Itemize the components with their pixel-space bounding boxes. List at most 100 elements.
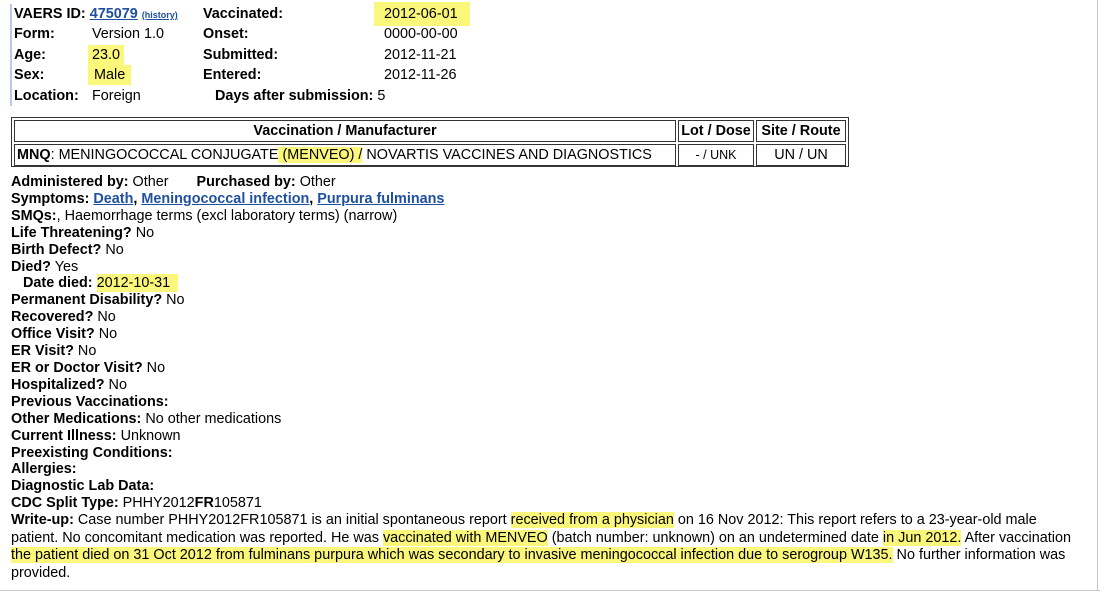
current-illness-value: Unknown: [120, 427, 181, 444]
diagnostic-lab-data-label: Diagnostic Lab Data:: [11, 478, 155, 495]
cdc-split-type-row: CDC Split Type: PHHY2012FR105871: [11, 495, 1096, 512]
writeup-highlight-physician: received from a physician: [510, 512, 674, 529]
life-threatening-row: Life Threatening? No: [11, 225, 1096, 242]
office-visit-label: Office Visit?: [11, 326, 95, 343]
er-visit-label: ER Visit?: [11, 343, 74, 360]
life-threatening-label: Life Threatening?: [11, 224, 132, 241]
table-header-row: Vaccination / Manufacturer Lot / Dose Si…: [14, 120, 846, 142]
died-label: Died?: [11, 258, 51, 275]
writeup-text-4: After vaccination: [964, 529, 1071, 546]
table-row: MNQ: MENINGOCOCCAL CONJUGATE (MENVEO) / …: [14, 144, 846, 166]
writeup-label: Write-up:: [11, 512, 74, 529]
preexisting-conditions-row: Preexisting Conditions:: [11, 445, 1096, 462]
recovered-row: Recovered? No: [11, 309, 1096, 326]
er-visit-value: No: [77, 343, 97, 360]
writeup-highlight-death: the patient died on 31 Oct 2012 from ful…: [11, 547, 893, 564]
submitted-value: 2012-11-21: [384, 47, 457, 63]
location-value: Foreign: [92, 88, 141, 104]
days-label: Days after submission:: [215, 88, 374, 104]
sex-label: Sex:: [14, 67, 45, 83]
birth-defect-value: No: [105, 241, 124, 258]
other-medications-value: No other medications: [145, 410, 282, 427]
vaccine-desc-highlight: (MENVEO) /: [278, 147, 363, 163]
office-visit-value: No: [98, 326, 118, 343]
header-left-border: [10, 4, 12, 106]
history-link[interactable]: (history): [142, 10, 178, 20]
vaccinated-value: 2012-06-01: [374, 2, 470, 26]
administered-row: Administered by: Other Purchased by: Oth…: [11, 174, 1096, 191]
date-died-label: Date died:: [23, 275, 93, 292]
smqs-label: SMQs:: [11, 207, 57, 224]
days-value: 5: [377, 88, 386, 104]
er-doctor-visit-row: ER or Doctor Visit? No: [11, 360, 1096, 377]
report-header: VAERS ID: 475079 (history) Form: Version…: [0, 0, 1100, 110]
report-details: Administered by: Other Purchased by: Oth…: [11, 174, 1096, 583]
entered-label: Entered:: [203, 67, 262, 83]
current-illness-row: Current Illness: Unknown: [11, 428, 1096, 445]
permanent-disability-value: No: [166, 292, 185, 309]
hospitalized-label: Hospitalized?: [11, 376, 105, 393]
vaccine-cell: MNQ: MENINGOCOCCAL CONJUGATE (MENVEO) / …: [14, 144, 676, 166]
allergies-row: Allergies:: [11, 461, 1096, 478]
date-died-row: Date died: 2012-10-31: [11, 274, 1096, 293]
hospitalized-row: Hospitalized? No: [11, 377, 1096, 394]
right-border: [1097, 0, 1098, 590]
vaers-id-link[interactable]: 475079: [90, 6, 138, 22]
date-died-value: 2012-10-31: [96, 274, 179, 293]
days-after-row: Days after submission: 5: [215, 86, 385, 106]
symptom-link-death[interactable]: Death: [93, 191, 133, 207]
er-visit-row: ER Visit? No: [11, 343, 1096, 360]
vaccination-table: Vaccination / Manufacturer Lot / Dose Si…: [11, 117, 849, 167]
administered-value: Other: [132, 174, 169, 190]
recovered-label: Recovered?: [11, 309, 94, 326]
purchased-value: Other: [299, 174, 336, 190]
entered-value: 2012-11-26: [384, 67, 457, 83]
header-vaccination-manufacturer: Vaccination / Manufacturer: [14, 120, 676, 142]
vaccine-code: MNQ: [17, 147, 51, 163]
administered-label: Administered by:: [11, 174, 129, 190]
writeup-text-1: Case number PHHY2012FR105871 is an initi…: [77, 512, 507, 529]
age-value: 23.0: [88, 45, 125, 65]
writeup-highlight-jun-2012: in Jun 2012.: [882, 529, 962, 546]
preexisting-conditions-label: Preexisting Conditions:: [11, 444, 173, 461]
er-doctor-visit-value: No: [146, 359, 166, 376]
hospitalized-value: No: [108, 376, 127, 393]
smqs-row: SMQs:, Haemorrhage terms (excl laborator…: [11, 208, 1096, 225]
birth-defect-label: Birth Defect?: [11, 241, 102, 258]
permanent-disability-row: Permanent Disability? No: [11, 292, 1096, 309]
er-doctor-visit-label: ER or Doctor Visit?: [11, 359, 143, 376]
died-value: Yes: [54, 258, 79, 275]
symptoms-row: Symptoms: Death, Meningococcal infection…: [11, 190, 445, 207]
sex-value: Male: [88, 65, 132, 85]
site-route-cell: UN / UN: [756, 144, 846, 166]
writeup-paragraph: Write-up: Case number PHHY2012FR105871 i…: [11, 512, 1086, 582]
life-threatening-value: No: [135, 224, 155, 241]
form-label: Form:: [14, 26, 55, 42]
cdc-split-type-label: CDC Split Type:: [11, 495, 119, 512]
onset-value: 0000-00-00: [384, 26, 458, 42]
died-row: Died? Yes: [11, 259, 1096, 276]
age-label: Age:: [14, 47, 46, 63]
vaccine-desc-2: NOVARTIS VACCINES AND DIAGNOSTICS: [362, 147, 652, 163]
permanent-disability-label: Permanent Disability?: [11, 292, 163, 309]
vaers-id-row: VAERS ID: 475079 (history): [14, 4, 178, 25]
symptoms-label: Symptoms:: [11, 190, 90, 207]
previous-vaccinations-label: Previous Vaccinations:: [11, 393, 169, 410]
bottom-border: [0, 590, 1100, 591]
cdc-split-type-value-2: 105871: [213, 495, 262, 512]
symptom-link-meningococcal-infection[interactable]: Meningococcal infection: [141, 191, 309, 207]
lot-dose-cell: - / UNK: [678, 144, 754, 166]
cdc-split-type-value-bold: FR: [194, 495, 214, 512]
current-illness-label: Current Illness:: [11, 427, 117, 444]
symptom-link-purpura-fulminans[interactable]: Purpura fulminans: [317, 191, 444, 207]
onset-label: Onset:: [203, 26, 249, 42]
cdc-split-type-value-1: PHHY2012: [122, 495, 195, 512]
form-value: Version 1.0: [92, 26, 165, 42]
submitted-label: Submitted:: [203, 47, 279, 63]
birth-defect-row: Birth Defect? No: [11, 242, 1096, 259]
writeup-text-3: (batch number: unknown) on an undetermin…: [551, 529, 879, 546]
previous-vaccinations-row: Previous Vaccinations:: [11, 394, 1096, 411]
purchased-label: Purchased by:: [196, 174, 296, 190]
other-medications-label: Other Medications:: [11, 410, 142, 427]
office-visit-row: Office Visit? No: [11, 326, 1096, 343]
